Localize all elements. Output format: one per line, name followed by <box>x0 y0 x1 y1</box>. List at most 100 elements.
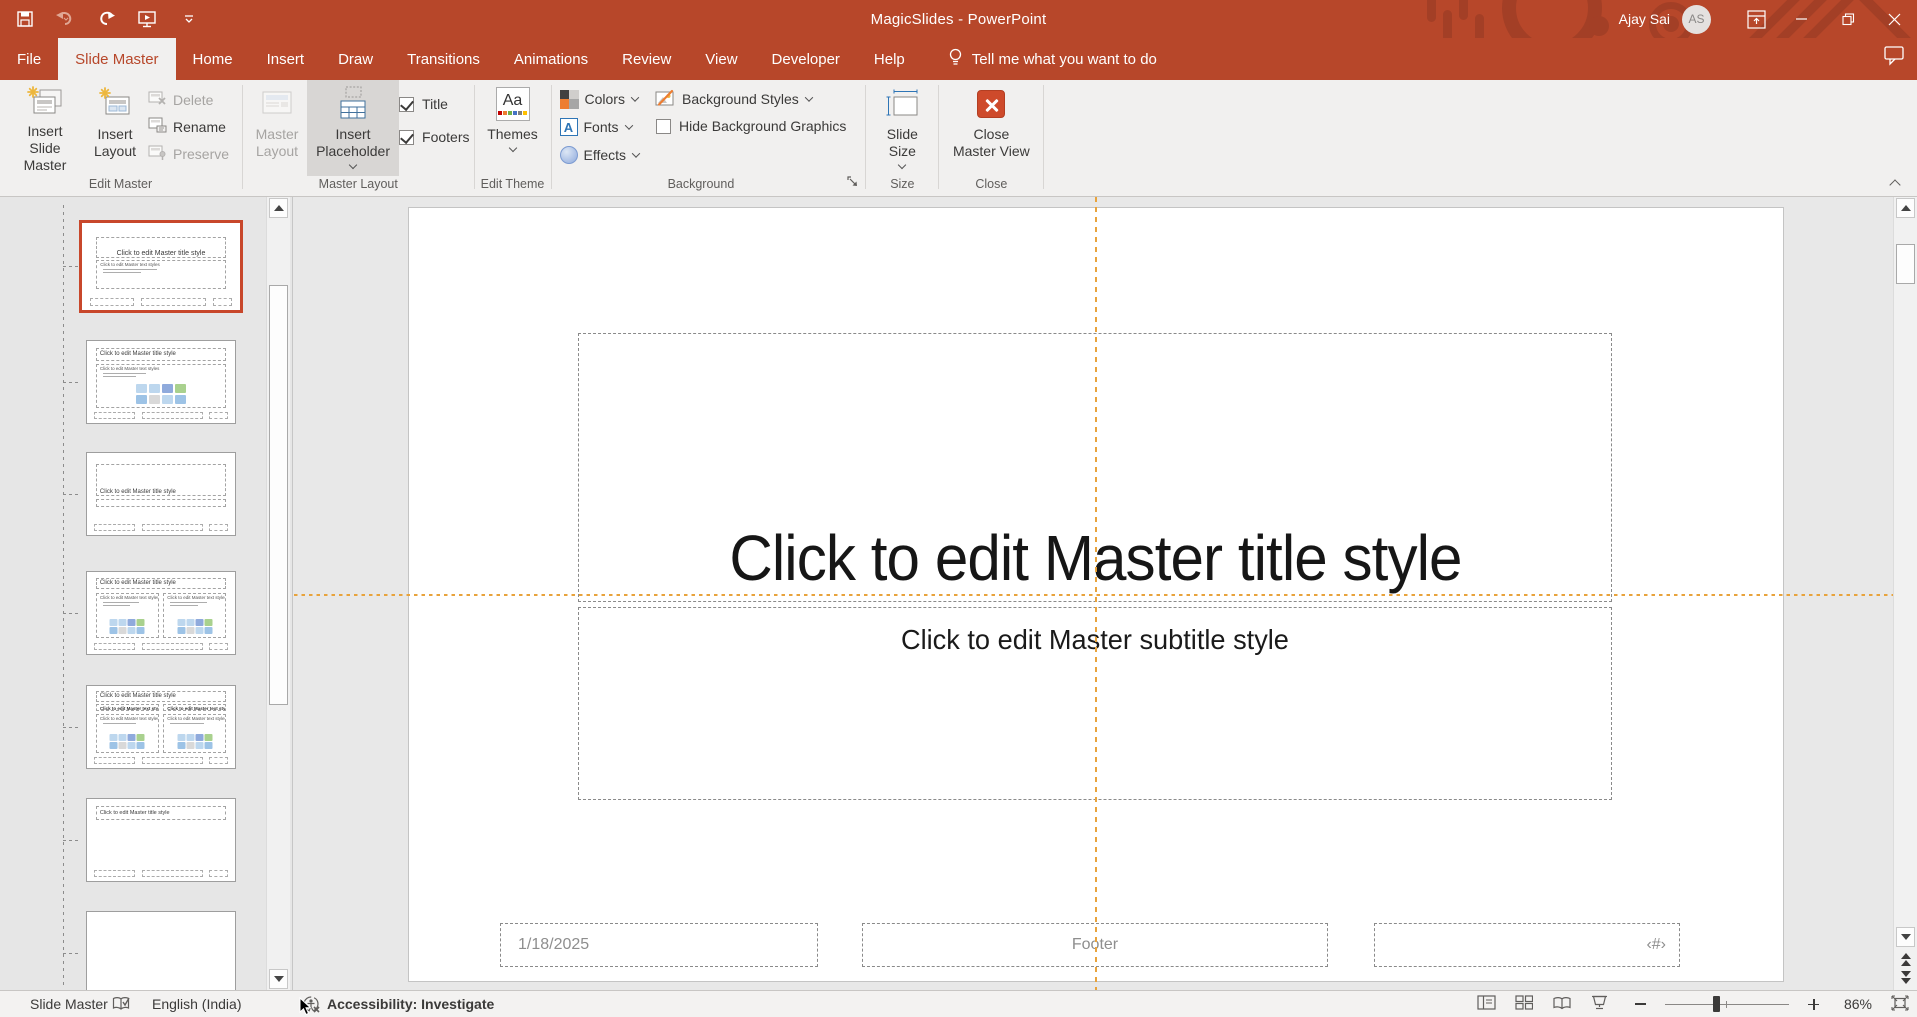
restore-button[interactable] <box>1825 0 1871 38</box>
rename-button[interactable]: Rename <box>143 113 238 140</box>
content-icons <box>177 619 212 634</box>
date-placeholder[interactable]: 1/18/2025 <box>500 923 818 967</box>
slide-thumbnail-panel: Click to edit Master title style Click t… <box>0 197 293 990</box>
checkbox-checked-icon <box>399 130 414 145</box>
close-master-view-button[interactable]: Close Master View <box>943 80 1039 176</box>
group-label-master-layout: Master Layout <box>247 177 469 196</box>
start-presentation-icon[interactable] <box>137 7 159 31</box>
group-edit-master: Insert Slide Master Insert Layout <box>0 80 241 196</box>
tab-developer[interactable]: Developer <box>755 38 857 80</box>
colors-menu[interactable]: Colors <box>556 86 646 112</box>
vertical-guide[interactable] <box>1095 197 1097 990</box>
slideshow-view-icon[interactable] <box>1591 995 1608 1013</box>
thumbnail-layout-2[interactable]: Click to edit Master title style <box>86 452 236 536</box>
previous-slide-button[interactable] <box>1896 951 1915 968</box>
zoom-level[interactable]: 86% <box>1838 996 1872 1012</box>
slide-size-button[interactable]: Slide Size <box>870 80 934 176</box>
title-checkbox[interactable]: Title <box>399 96 469 112</box>
zoom-slider-center-tick <box>1726 1001 1727 1008</box>
next-slide-button[interactable] <box>1896 969 1915 986</box>
close-button[interactable] <box>1871 0 1917 38</box>
slide-sorter-view-icon[interactable] <box>1515 995 1533 1013</box>
delete-icon <box>147 89 167 110</box>
scroll-up-button[interactable] <box>269 198 288 218</box>
tab-view[interactable]: View <box>688 38 754 80</box>
preserve-button: Preserve <box>143 140 238 167</box>
fit-slide-to-window-icon[interactable] <box>1891 995 1909 1014</box>
group-background: Colors A Fonts Effects <box>553 80 865 196</box>
mouse-cursor <box>299 997 313 1017</box>
comments-icon[interactable] <box>1884 46 1905 70</box>
insert-slide-master-button[interactable]: Insert Slide Master <box>3 80 87 176</box>
zoom-slider[interactable] <box>1665 1004 1789 1005</box>
effects-menu[interactable]: Effects <box>556 142 646 168</box>
tell-me-box[interactable]: Tell me what you want to do <box>948 38 1157 80</box>
checkbox-checked-icon <box>399 97 414 112</box>
background-styles-menu[interactable]: Background Styles <box>651 88 846 110</box>
zoom-slider-thumb[interactable] <box>1713 996 1720 1012</box>
insert-placeholder-button[interactable]: Insert Placeholder <box>307 80 399 176</box>
tab-slide-master[interactable]: Slide Master <box>58 38 175 80</box>
thumbnail-layout-5[interactable]: Click to edit Master title style <box>86 798 236 882</box>
scrollbar-thumb[interactable] <box>269 285 288 705</box>
normal-view-icon[interactable] <box>1477 995 1496 1013</box>
group-close: Close Master View Close <box>940 80 1042 196</box>
spell-check-icon[interactable] <box>112 991 132 1017</box>
preserve-label: Preserve <box>173 146 229 162</box>
themes-button[interactable]: Aa Themes <box>479 80 547 176</box>
group-label-edit-theme: Edit Theme <box>479 177 547 196</box>
accessibility-status[interactable]: Accessibility: Investigate <box>327 991 494 1017</box>
thumbnail-layout-6[interactable] <box>86 911 236 995</box>
scroll-down-button[interactable] <box>1896 927 1915 947</box>
scrollbar-thumb[interactable] <box>1896 244 1915 284</box>
insert-layout-button[interactable]: Insert Layout <box>87 80 143 176</box>
background-styles-icon <box>655 88 676 111</box>
tab-help[interactable]: Help <box>857 38 922 80</box>
themes-icon: Aa <box>496 87 530 121</box>
tab-review[interactable]: Review <box>605 38 688 80</box>
hide-background-graphics-label: Hide Background Graphics <box>679 118 846 134</box>
hierarchy-stub <box>63 613 80 614</box>
tab-file[interactable]: File <box>0 38 58 80</box>
colors-icon <box>560 90 579 109</box>
collapse-ribbon-icon[interactable] <box>1890 179 1901 187</box>
thumbnail-slide-master[interactable]: Click to edit Master title style Click t… <box>79 220 243 313</box>
tab-transitions[interactable]: Transitions <box>390 38 497 80</box>
thumbnail-layout-3[interactable]: Click to edit Master title style Click t… <box>86 571 236 655</box>
redo-icon[interactable] <box>96 7 118 31</box>
dialog-launcher-icon[interactable] <box>847 175 859 193</box>
thumbnail-layout-1[interactable]: Click to edit Master title style Click t… <box>86 340 236 424</box>
ribbon-display-options-icon[interactable] <box>1733 0 1779 38</box>
save-icon[interactable] <box>14 7 36 31</box>
fonts-menu[interactable]: A Fonts <box>556 114 646 140</box>
scroll-down-button[interactable] <box>269 969 288 989</box>
content-icons <box>177 734 212 749</box>
tab-draw[interactable]: Draw <box>321 38 390 80</box>
thumbnail-panel-scrollbar[interactable] <box>266 197 290 990</box>
scroll-up-button[interactable] <box>1896 198 1915 218</box>
hide-background-graphics-checkbox[interactable]: Hide Background Graphics <box>656 118 846 134</box>
zoom-out-button[interactable] <box>1635 1003 1646 1005</box>
user-name[interactable]: Ajay Sai <box>1619 11 1670 27</box>
tab-animations[interactable]: Animations <box>497 38 605 80</box>
avatar[interactable]: AS <box>1682 5 1711 34</box>
preserve-icon <box>147 143 167 164</box>
reading-view-icon[interactable] <box>1552 996 1572 1013</box>
themes-label: Themes <box>487 126 538 143</box>
thumbnail-layout-4[interactable]: Click to edit Master title style Click t… <box>86 685 236 769</box>
minimize-button[interactable] <box>1779 0 1825 38</box>
thumb-footer-placeholders <box>94 643 227 650</box>
zoom-in-button[interactable] <box>1808 999 1819 1010</box>
slide-number-placeholder[interactable]: ‹#› <box>1374 923 1680 967</box>
canvas-scrollbar[interactable] <box>1893 197 1917 990</box>
customize-qat-icon[interactable] <box>178 7 200 31</box>
view-status[interactable]: Slide Master <box>30 991 108 1017</box>
tab-home[interactable]: Home <box>176 38 250 80</box>
language-status[interactable]: English (India) <box>152 991 242 1017</box>
group-label-size: Size <box>870 177 934 196</box>
horizontal-guide[interactable] <box>294 594 1917 596</box>
undo-icon[interactable] <box>55 7 77 31</box>
tab-insert[interactable]: Insert <box>250 38 322 80</box>
group-separator <box>474 85 475 189</box>
footers-checkbox[interactable]: Footers <box>399 129 469 145</box>
